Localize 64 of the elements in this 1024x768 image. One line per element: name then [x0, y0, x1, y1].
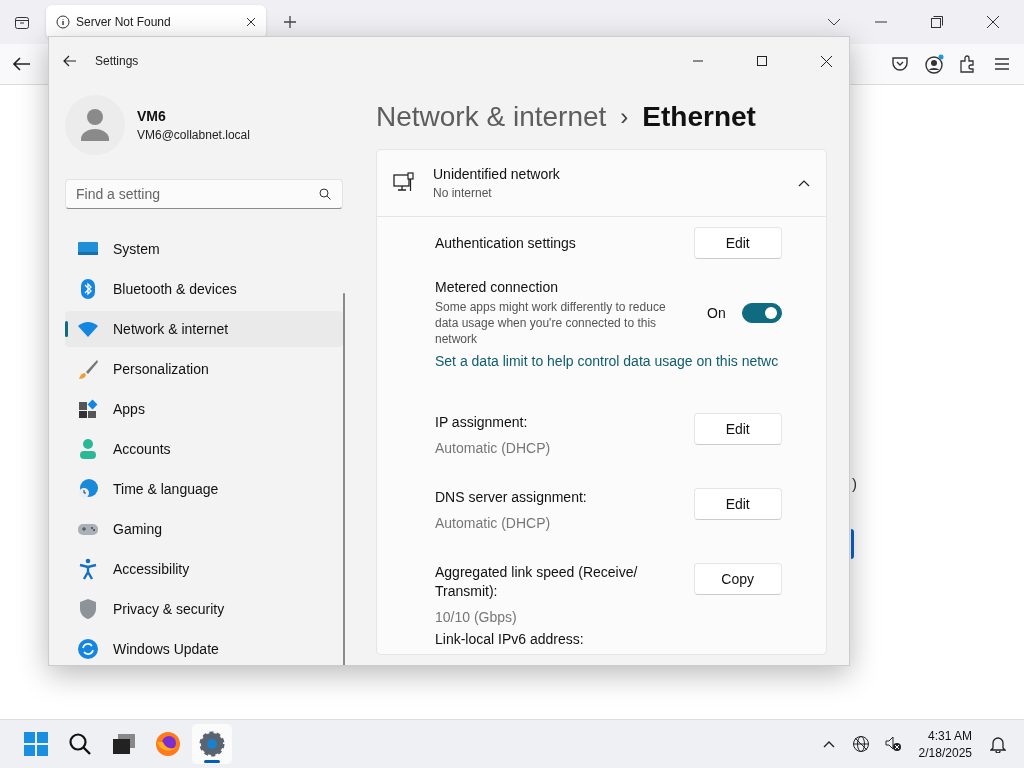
data-limit-link[interactable]: Set a data limit to help control data usage on this netwc — [435, 353, 779, 369]
info-icon — [56, 15, 70, 29]
setting-label: Metered connection — [435, 279, 559, 295]
network-status: No internet — [433, 186, 493, 200]
page-button[interactable] — [851, 529, 854, 559]
nav-item[interactable]: Personalization — [65, 351, 343, 387]
time-text: 4:31 AM — [927, 728, 972, 743]
toggle-switch[interactable] — [741, 303, 782, 323]
sync-icon — [77, 638, 99, 660]
ethernet-monitor-icon — [393, 172, 415, 194]
nav-item[interactable]: Gaming — [65, 511, 343, 547]
date-text: 2/18/2025 — [918, 745, 972, 760]
property-value: Automatic (DHCP) — [435, 440, 552, 456]
nav-item[interactable]: Privacy & security — [65, 591, 343, 627]
shield-icon — [77, 598, 99, 620]
avatar — [65, 95, 125, 155]
property-label: Link-local IPv6 address: — [435, 630, 585, 649]
nav-item[interactable]: Network & internet — [65, 311, 343, 347]
brush-icon — [77, 358, 99, 380]
network-name: Unidentified network — [433, 166, 561, 182]
windows-logo-icon — [24, 732, 48, 756]
toggle-state: On — [707, 305, 726, 321]
property-button[interactable]: Edit — [693, 488, 782, 520]
user-email: VM6@collabnet.local — [137, 128, 250, 142]
nav-item[interactable]: Time & language — [65, 471, 343, 507]
nav-item[interactable]: Bluetooth & devices — [65, 271, 343, 307]
nav-item[interactable]: System — [65, 231, 343, 267]
network-header[interactable]: Unidentified network No internet — [377, 150, 826, 217]
clock[interactable]: 4:31 AM 2/18/2025 — [910, 728, 980, 760]
nav-item[interactable]: Accounts — [65, 431, 343, 467]
nav-item[interactable]: Windows Update — [65, 631, 343, 665]
close-icon[interactable] — [246, 17, 256, 27]
taskbar-app[interactable] — [192, 724, 232, 764]
window-title: Settings — [95, 54, 139, 68]
search-icon — [319, 188, 331, 200]
search-icon — [68, 732, 92, 756]
property-button[interactable]: Copy — [693, 563, 782, 595]
breadcrumb-link[interactable]: Network & internet — [376, 101, 607, 133]
setting-label: Authentication settings — [435, 235, 577, 251]
task-view-icon — [113, 734, 135, 754]
accessibility-icon — [77, 558, 99, 580]
user-name: VM6 — [137, 108, 167, 124]
gear-icon — [199, 731, 225, 757]
chevron-up-icon[interactable] — [797, 179, 810, 187]
breadcrumb-separator: › — [620, 103, 629, 131]
globe-clock-icon — [77, 478, 99, 500]
apps-icon — [77, 398, 99, 420]
page-text: ) — [852, 475, 857, 492]
nav-item[interactable]: Accessibility — [65, 551, 343, 587]
nav-item[interactable]: Apps — [65, 391, 343, 427]
back-icon[interactable] — [63, 55, 77, 67]
property-label: DNS server assignment: — [435, 488, 588, 507]
person-icon — [77, 438, 99, 460]
search-field[interactable]: Find a setting — [65, 179, 343, 209]
edit-button[interactable]: Edit — [693, 227, 782, 259]
property-value: Automatic (DHCP) — [435, 515, 552, 531]
browser-tab[interactable]: Server Not Found — [46, 5, 266, 39]
firefox-icon — [155, 731, 181, 757]
property-value: 10/10 (Gbps) — [435, 609, 518, 625]
property-label: IP assignment: — [435, 413, 529, 432]
page-title: Ethernet — [642, 101, 756, 133]
property-label: Aggregated link speed (Receive/ Transmit): — [435, 563, 639, 601]
setting-description: Some apps might work differently to reduce data usage when you're connected to this network — [435, 299, 667, 347]
property-button[interactable]: Edit — [693, 413, 782, 445]
